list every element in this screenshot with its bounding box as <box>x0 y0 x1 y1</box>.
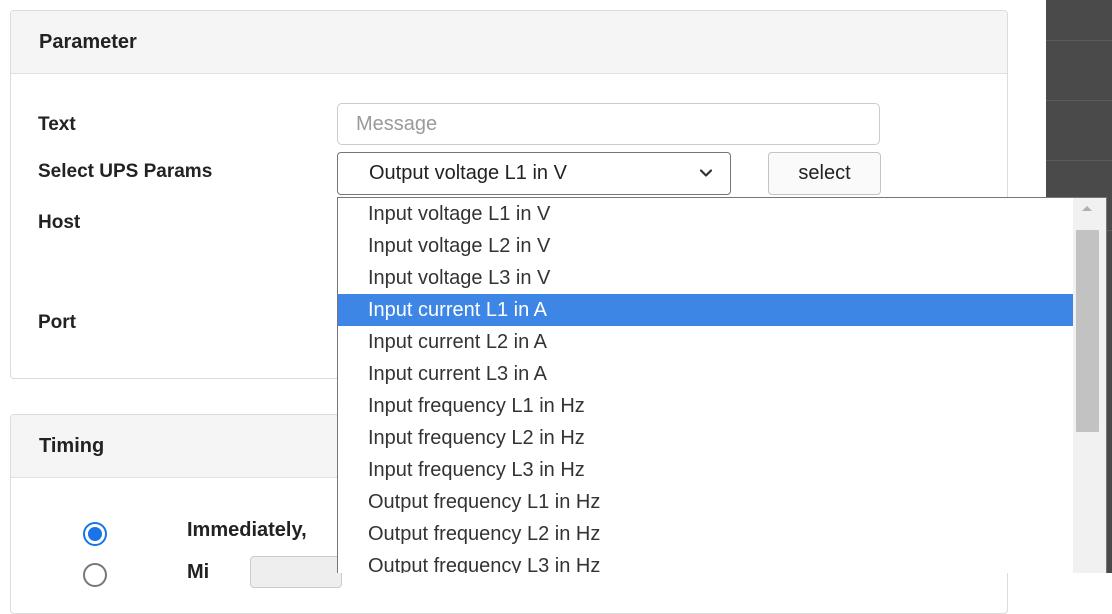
select-button[interactable]: select <box>768 152 881 195</box>
dropdown-option[interactable]: Input current L2 in A <box>338 326 1074 358</box>
host-label: Host <box>38 212 81 233</box>
dropdown-option[interactable]: Input frequency L1 in Hz <box>338 390 1074 422</box>
dropdown-option[interactable]: Input voltage L1 in V <box>338 198 1074 230</box>
dropdown-scrollbar[interactable] <box>1073 198 1106 573</box>
immediately-label: Immediately, <box>187 519 307 541</box>
text-label: Text <box>38 114 76 135</box>
dropdown-option[interactable]: Input frequency L3 in Hz <box>338 454 1074 486</box>
chevron-down-icon <box>699 169 713 177</box>
select-ups-params-label: Select UPS Params <box>38 161 213 182</box>
message-input[interactable] <box>337 103 880 145</box>
dropdown-option[interactable]: Input current L3 in A <box>338 358 1074 390</box>
ups-params-dropdown-list[interactable]: Input voltage L1 in V Input voltage L2 i… <box>337 197 1107 573</box>
dropdown-option-highlighted[interactable]: Input current L1 in A <box>338 294 1074 326</box>
ups-params-select-value: Output voltage L1 in V <box>369 162 567 184</box>
dropdown-option[interactable]: Input voltage L2 in V <box>338 230 1074 262</box>
port-label: Port <box>38 312 76 333</box>
schedule-radio[interactable] <box>83 563 107 587</box>
parameter-panel-title: Parameter <box>11 11 1007 74</box>
dropdown-option[interactable]: Input voltage L3 in V <box>338 262 1074 294</box>
dropdown-option[interactable]: Output frequency L3 in Hz <box>338 550 1074 573</box>
immediately-radio[interactable] <box>83 522 107 546</box>
scroll-up-arrow-icon[interactable] <box>1082 206 1092 211</box>
schedule-field[interactable] <box>250 556 342 588</box>
dropdown-option[interactable]: Output frequency L2 in Hz <box>338 518 1074 550</box>
scrollbar-thumb[interactable] <box>1076 230 1099 432</box>
dropdown-option[interactable]: Output frequency L1 in Hz <box>338 486 1074 518</box>
dropdown-option[interactable]: Input frequency L2 in Hz <box>338 422 1074 454</box>
ups-params-select[interactable]: Output voltage L1 in V <box>337 152 731 195</box>
